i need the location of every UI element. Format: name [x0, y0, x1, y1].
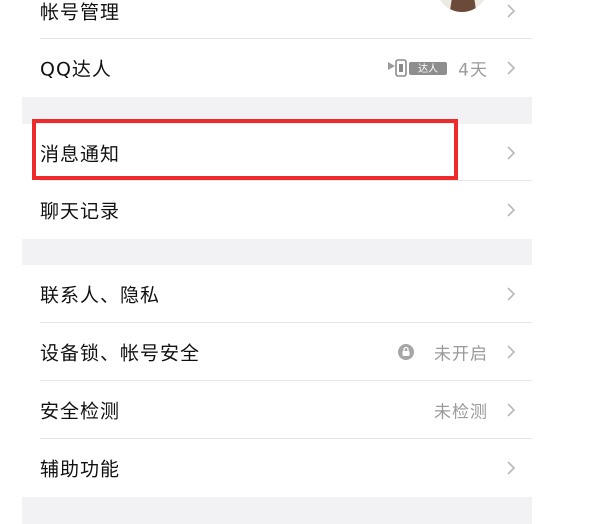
qq-daren-badge-icon: 达人	[388, 59, 447, 77]
chevron-right-icon	[507, 203, 516, 217]
security-check-row[interactable]: 安全检测 未检测	[22, 381, 532, 439]
contacts-privacy-label: 联系人、隐私	[40, 284, 161, 307]
device-lock-row[interactable]: 设备锁、帐号安全 未开启	[22, 323, 532, 381]
chevron-right-icon	[507, 61, 516, 75]
qq-daren-row[interactable]: QQ达人 达人 4天	[22, 39, 532, 97]
qq-daren-badge-text: 达人	[418, 63, 438, 75]
chevron-right-icon	[507, 461, 516, 475]
chat-history-label: 聊天记录	[40, 200, 121, 223]
chevron-right-icon	[507, 145, 516, 160]
lock-icon	[398, 344, 414, 360]
security-check-status: 未检测	[434, 402, 488, 423]
qq-daren-days: 4天	[458, 60, 488, 81]
contacts-privacy-row[interactable]: 联系人、隐私	[22, 265, 532, 323]
avatar	[436, 0, 488, 12]
message-notification-row[interactable]: 消息通知	[22, 124, 532, 181]
chevron-right-icon	[507, 287, 516, 301]
device-lock-status: 未开启	[434, 344, 488, 365]
avatar-image	[436, 0, 488, 12]
chevron-right-icon	[507, 345, 516, 359]
accessibility-row[interactable]: 辅助功能	[22, 439, 532, 497]
account-management-row[interactable]: 帐号管理	[22, 0, 532, 39]
device-lock-label: 设备锁、帐号安全	[40, 342, 201, 365]
settings-panel: 帐号管理 QQ达人 达人 4天 消息通知 聊天记录 联系人、隐私 设备锁、帐号安…	[22, 0, 532, 524]
chevron-right-icon	[507, 3, 516, 18]
account-management-label: 帐号管理	[40, 1, 121, 23]
security-check-label: 安全检测	[40, 400, 121, 423]
message-notification-label: 消息通知	[40, 143, 121, 165]
accessibility-label: 辅助功能	[40, 458, 121, 481]
chevron-right-icon	[507, 403, 516, 417]
chat-history-row[interactable]: 聊天记录	[22, 181, 532, 239]
qq-daren-label: QQ达人	[40, 58, 112, 81]
